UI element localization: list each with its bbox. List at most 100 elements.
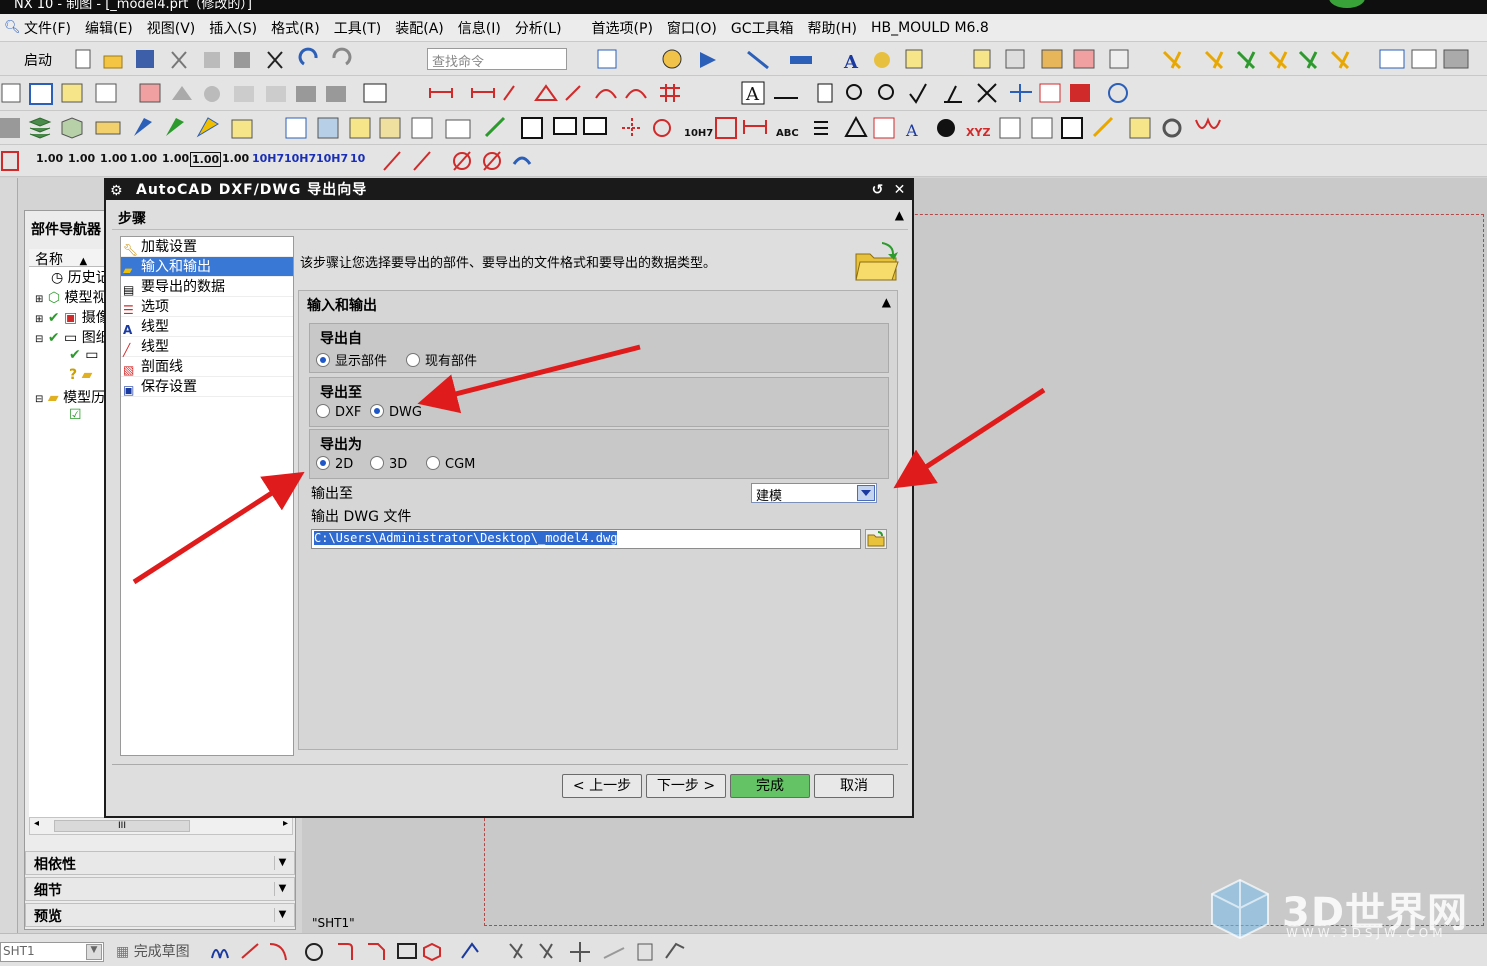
rectangle-icon: [397, 943, 417, 959]
clock-icon: ◷: [51, 270, 64, 286]
scroll-right-icon[interactable]: ▸: [283, 818, 288, 829]
menu-info[interactable]: 信息(I): [458, 18, 501, 38]
radio-displayed-part[interactable]: 显示部件: [316, 350, 387, 369]
menu-analysis[interactable]: 分析(L): [515, 18, 562, 38]
tolerance-style-4[interactable]: 10: [350, 152, 365, 165]
dim-style-4[interactable]: 1.00: [130, 152, 157, 165]
menu-edit[interactable]: 编辑(E): [85, 18, 133, 38]
dropdown-arrow-icon[interactable]: [857, 485, 875, 501]
check-icon: ✔: [69, 347, 81, 363]
sheet-select[interactable]: SHT1 ▼: [0, 942, 104, 962]
command-search-input[interactable]: 查找命令: [427, 48, 567, 70]
radio-unselected-icon: [406, 353, 420, 367]
radio-label: 现有部件: [425, 354, 478, 369]
start-button[interactable]: 启动: [24, 50, 52, 70]
radio-selected-icon: [316, 456, 330, 470]
menu-format[interactable]: 格式(R): [271, 18, 320, 38]
next-button[interactable]: 下一步 >: [646, 774, 726, 798]
step-save-settings[interactable]: ▣ 保存设置: [121, 377, 293, 397]
reset-icon[interactable]: ↺: [868, 181, 888, 199]
search-icon[interactable]: 🔍︎: [4, 20, 21, 36]
step-load-settings[interactable]: 🔧︎ 加载设置: [121, 237, 293, 257]
group-label: 导出为: [320, 437, 362, 453]
cancel-button[interactable]: 取消: [814, 774, 894, 798]
output-file-label: 输出 DWG 文件: [311, 509, 412, 525]
folder-open-icon: ▰: [123, 263, 133, 277]
menu-bar: 🔍︎ 文件(F) 编辑(E) 视图(V) 插入(S) 格式(R) 工具(T) 装…: [0, 14, 1487, 42]
radio-2d[interactable]: 2D: [316, 456, 353, 472]
scroll-thumb[interactable]: III: [54, 820, 190, 832]
menu-tools[interactable]: 工具(T): [334, 18, 381, 38]
radio-cgm[interactable]: CGM: [426, 456, 475, 472]
chevron-up-icon[interactable]: ▲: [882, 295, 891, 309]
dialog-titlebar[interactable]: ⚙ AutoCAD DXF/DWG 导出向导 ↺ ✕: [106, 180, 912, 200]
output-to-select[interactable]: 建模: [751, 483, 877, 504]
dim-style-1[interactable]: 1.00: [36, 152, 63, 165]
finish-sketch-button[interactable]: ▦ 完成草图: [116, 941, 190, 961]
radio-selected-icon: [316, 353, 330, 367]
back-button[interactable]: < 上一步: [562, 774, 642, 798]
chevron-up-icon[interactable]: ▲: [895, 208, 904, 222]
step-data-to-export[interactable]: ▤ 要导出的数据: [121, 277, 293, 297]
browse-folder-button[interactable]: [865, 529, 887, 549]
menu-view[interactable]: 视图(V): [147, 18, 196, 38]
scroll-left-icon[interactable]: ◂: [34, 818, 39, 829]
sketch-tools: [211, 942, 685, 962]
radio-unselected-icon: [426, 456, 440, 470]
radio-dwg[interactable]: DWG: [370, 404, 422, 420]
circle-icon: [305, 943, 323, 961]
step-linetype-2[interactable]: ╱ 线型: [121, 337, 293, 357]
dim-style-2[interactable]: 1.00: [68, 152, 95, 165]
step-linetype-1[interactable]: A 线型: [121, 317, 293, 337]
radio-dxf[interactable]: DXF: [316, 404, 361, 420]
menu-preferences[interactable]: 首选项(P): [592, 18, 653, 38]
gear-icon[interactable]: ⚙: [110, 181, 124, 201]
step-options[interactable]: ☰ 选项: [121, 297, 293, 317]
section-details[interactable]: 细节 ▼: [25, 877, 295, 901]
dim-style-3[interactable]: 1.00: [100, 152, 127, 165]
step-label: 选项: [141, 299, 169, 315]
tolerance-style-3[interactable]: 10H7: [316, 152, 348, 165]
mirror-icon: [637, 943, 653, 961]
group-label: 导出自: [320, 331, 362, 347]
panel-header[interactable]: 输入和输出 ▲: [299, 291, 897, 319]
step-input-output[interactable]: ▰ 输入和输出: [121, 257, 293, 277]
step-hatching[interactable]: ▧ 剖面线: [121, 357, 293, 377]
folder-icon: [867, 531, 885, 547]
menu-window[interactable]: 窗口(O): [667, 18, 717, 38]
tolerance-style-2[interactable]: 10H7: [284, 152, 316, 165]
sheet-icon: ▭: [85, 347, 99, 363]
column-name-label: 名称: [35, 252, 63, 268]
finish-button[interactable]: 完成: [730, 774, 810, 798]
menu-gc-toolbox[interactable]: GC工具箱: [731, 18, 794, 38]
question-icon: ?: [69, 367, 78, 383]
app-status-icon: [1329, 0, 1365, 8]
menu-file[interactable]: 文件(F): [24, 18, 71, 38]
close-icon[interactable]: ✕: [890, 181, 910, 199]
menu-insert[interactable]: 插入(S): [209, 18, 257, 38]
tree-item-label: 模型视: [64, 290, 107, 306]
sketch-grid-icon: ▦: [116, 944, 130, 960]
dim-style-6[interactable]: 1.00: [190, 152, 222, 167]
radio-3d[interactable]: 3D: [370, 456, 407, 472]
dim-style-5[interactable]: 1.00: [162, 152, 189, 165]
menu-help[interactable]: 帮助(H): [808, 18, 857, 38]
window-title: NX 10 - 制图 - [_model4.prt（修改的）]: [14, 0, 252, 12]
polygon-icon: [423, 942, 441, 962]
hatch-icon: ▧: [123, 363, 135, 377]
radio-existing-part[interactable]: 现有部件: [406, 350, 477, 369]
steps-header-label: 步骤: [118, 211, 146, 227]
chevron-down-icon: ▼: [274, 908, 290, 922]
output-file-input[interactable]: C:\Users\Administrator\Desktop\_model4.d…: [311, 529, 861, 549]
tolerance-style-1[interactable]: 10H7: [252, 152, 284, 165]
dim-style-7[interactable]: 1.00: [222, 152, 249, 165]
steps-header[interactable]: 步骤 ▲: [112, 204, 908, 230]
chevron-down-icon[interactable]: ▼: [86, 944, 102, 960]
section-dependencies[interactable]: 相依性 ▼: [25, 851, 295, 875]
section-preview[interactable]: 预览 ▼: [25, 903, 295, 927]
menu-assembly[interactable]: 装配(A): [395, 18, 444, 38]
section-label: 预览: [34, 909, 62, 925]
horizontal-scrollbar[interactable]: ◂ III ▸: [29, 817, 293, 835]
menu-hb-mould[interactable]: HB_MOULD M6.8: [871, 20, 989, 36]
expand-icon: ⊞: [35, 294, 44, 305]
